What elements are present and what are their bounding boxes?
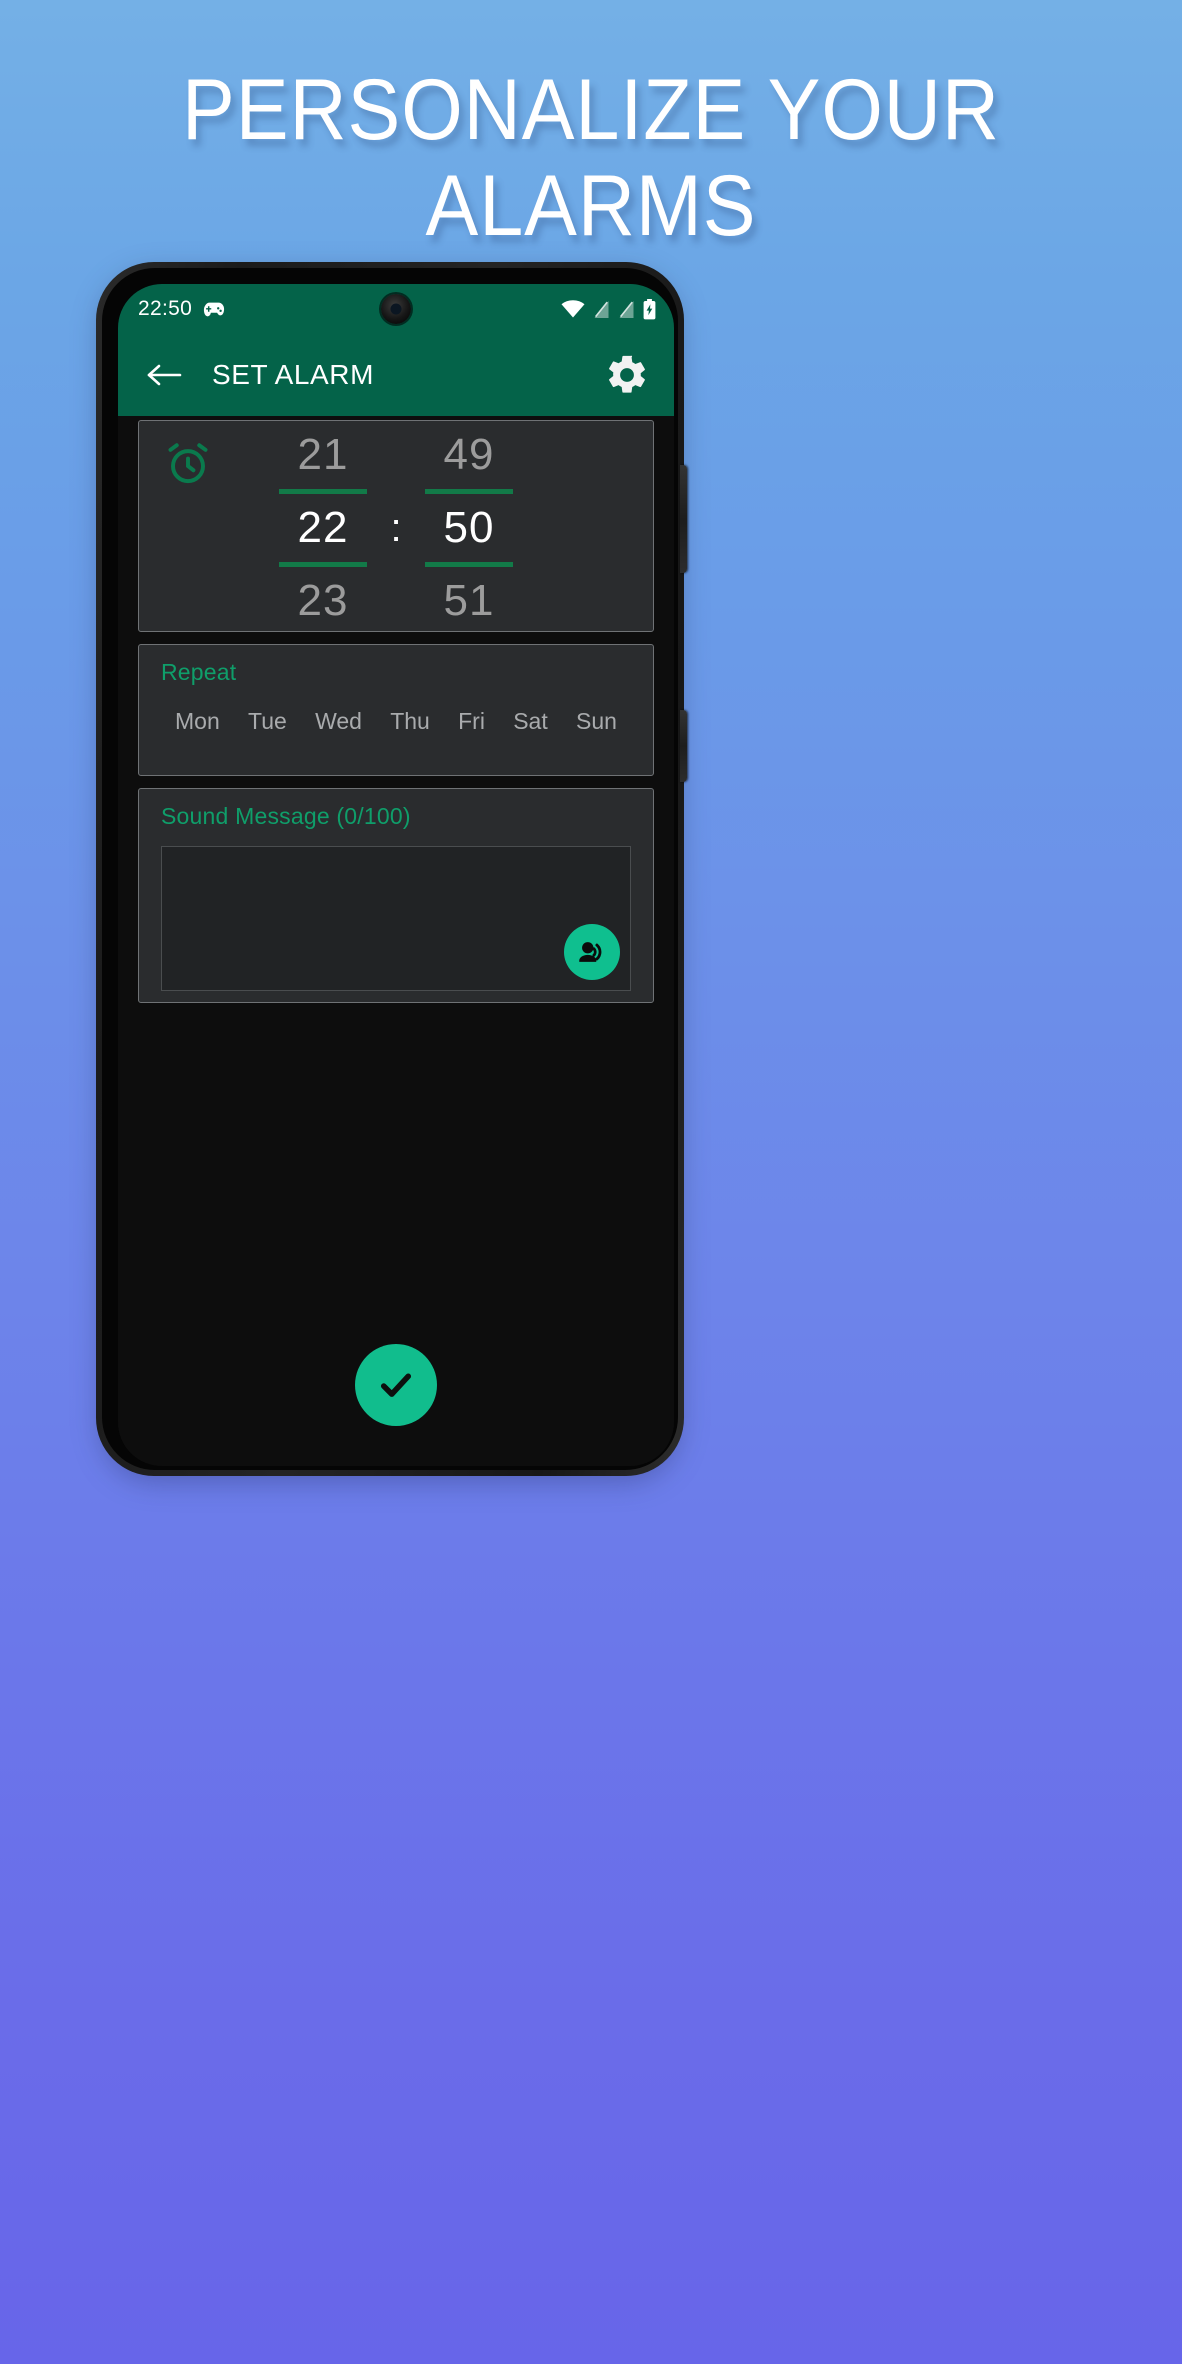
- back-button[interactable]: [142, 353, 186, 397]
- status-clock: 22:50: [138, 297, 193, 320]
- day-toggle-wed[interactable]: Wed: [315, 708, 362, 735]
- sound-message-label: Sound Message (0/100): [161, 803, 411, 829]
- battery-charging-icon: [643, 298, 656, 320]
- wifi-icon: [561, 300, 585, 318]
- day-toggle-thu[interactable]: Thu: [390, 708, 430, 735]
- sound-message-card: Sound Message (0/100): [138, 788, 654, 1003]
- confirm-button[interactable]: [355, 1344, 437, 1426]
- settings-button[interactable]: [602, 350, 652, 400]
- record-voice-button[interactable]: [564, 924, 620, 980]
- power-button[interactable]: [680, 710, 687, 782]
- minute-divider-top: [425, 489, 513, 494]
- hour-wheel[interactable]: 21 22 23: [267, 425, 379, 631]
- gear-icon: [604, 352, 650, 398]
- signal-icon: [618, 300, 635, 319]
- repeat-days-row: Mon Tue Wed Thu Fri Sat Sun: [161, 708, 631, 735]
- day-toggle-mon[interactable]: Mon: [175, 708, 220, 735]
- minute-prev[interactable]: 49: [444, 425, 495, 485]
- day-toggle-sat[interactable]: Sat: [513, 708, 548, 735]
- check-icon: [375, 1364, 417, 1406]
- time-separator: :: [390, 505, 402, 550]
- time-picker[interactable]: 21 22 23 : 49 50 51: [267, 425, 525, 631]
- record-voice-over-icon: [575, 935, 609, 969]
- status-bar-right: [561, 298, 656, 320]
- repeat-card: Repeat Mon Tue Wed Thu Fri Sat Sun: [138, 644, 654, 776]
- phone-screen: 22:50 SET ALARM 21 22 23: 49 50 51 Repe…: [118, 284, 674, 1466]
- screen-content: 21 22 23 : 49 50 51 Repeat Mon Tue Wed T…: [118, 416, 674, 1466]
- hour-next[interactable]: 23: [298, 571, 349, 631]
- phone-bezel: 22:50 SET ALARM 21 22 23: 49 50 51 Repe…: [102, 268, 678, 1470]
- status-bar: 22:50: [118, 284, 674, 334]
- phone-mockup: 22:50 SET ALARM 21 22 23: 49 50 51 Repe…: [96, 262, 687, 1484]
- status-bar-left: 22:50: [138, 297, 225, 321]
- day-toggle-fri[interactable]: Fri: [458, 708, 485, 735]
- app-bar: SET ALARM: [118, 334, 674, 416]
- headline-line-1: PERSONALIZE YOUR: [182, 62, 1000, 158]
- day-toggle-sun[interactable]: Sun: [576, 708, 617, 735]
- back-arrow-icon: [146, 361, 182, 389]
- repeat-label: Repeat: [161, 659, 237, 685]
- promo-headline: PERSONALIZE YOUR ALARMS: [47, 62, 1134, 254]
- phone-frame: 22:50 SET ALARM 21 22 23: 49 50 51 Repe…: [96, 262, 687, 1476]
- volume-button[interactable]: [680, 465, 687, 573]
- alarm-clock-icon: [163, 439, 213, 489]
- headline-line-2: ALARMS: [425, 158, 757, 254]
- hour-divider-bottom: [279, 562, 367, 567]
- app-bar-title: SET ALARM: [212, 359, 375, 390]
- minute-selected[interactable]: 50: [444, 498, 495, 558]
- minute-wheel[interactable]: 49 50 51: [413, 425, 525, 631]
- gamepad-icon: [203, 301, 225, 317]
- minute-next[interactable]: 51: [444, 571, 495, 631]
- sound-message-input[interactable]: [161, 846, 631, 991]
- hour-divider-top: [279, 489, 367, 494]
- time-picker-card[interactable]: 21 22 23 : 49 50 51: [138, 420, 654, 632]
- minute-divider-bottom: [425, 562, 513, 567]
- hour-selected[interactable]: 22: [298, 498, 349, 558]
- camera-punch-hole: [381, 294, 411, 324]
- hour-prev[interactable]: 21: [298, 425, 349, 485]
- day-toggle-tue[interactable]: Tue: [248, 708, 287, 735]
- signal-icon: [593, 300, 610, 319]
